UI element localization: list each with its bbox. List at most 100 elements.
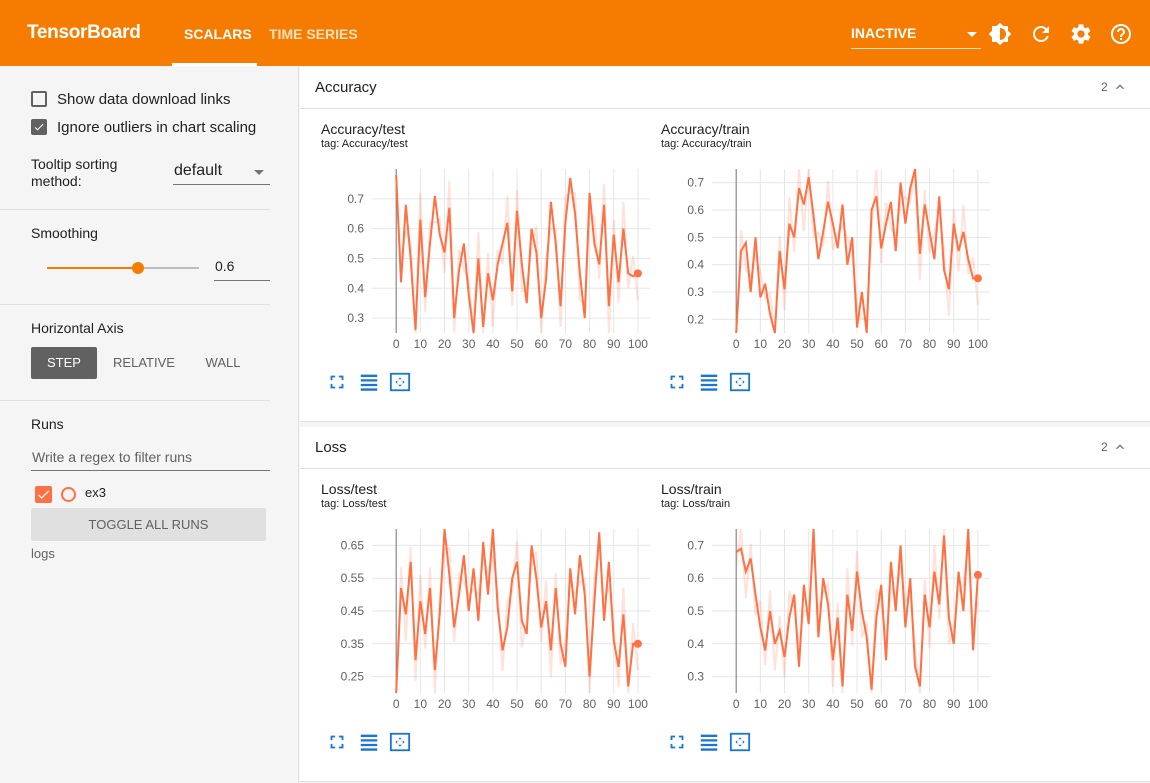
sidebar-divider — [0, 400, 270, 401]
y-tick-label: 0.6 — [347, 222, 364, 236]
theme-contrast-icon[interactable] — [988, 22, 1012, 46]
x-tick-label: 90 — [947, 337, 961, 351]
chart-card-loss-train: Loss/train tag: Loss/train 0 10 20 30 40 50 60… — [640, 469, 990, 759]
y-tick-label: 0.35 — [341, 637, 365, 651]
x-tick-label: 0 — [393, 697, 400, 711]
y-tick-label: 0.4 — [687, 637, 704, 651]
line-chart-loss-train[interactable]: 0 10 20 30 40 50 60 70 80 90 100 0.3 0.4 0.5 0.6 0.7 — [640, 519, 990, 719]
tab-scalars[interactable]: SCALARS — [184, 26, 252, 42]
line-chart-loss-test[interactable]: 0 10 20 30 40 50 60 70 80 90 1000.250.350.450.550.… — [300, 519, 650, 719]
smoothing-slider-thumb[interactable] — [132, 262, 145, 274]
y-tick-label: 0.5 — [687, 604, 704, 618]
x-tick-label: 70 — [559, 337, 573, 351]
x-tick-label: 60 — [875, 337, 889, 351]
x-tick-label: 100 — [968, 697, 988, 711]
y-tick-label: 0.5 — [687, 230, 704, 244]
fit-domain-icon[interactable] — [729, 731, 751, 753]
x-tick-label: 90 — [607, 337, 621, 351]
smoothing-slider[interactable] — [47, 262, 199, 274]
y-tick-label: 0.6 — [687, 203, 704, 217]
settings-icon[interactable] — [1069, 22, 1093, 46]
axis-step-button[interactable]: STEP — [31, 347, 97, 379]
y-tick-label: 0.3 — [687, 285, 704, 299]
x-tick-label: 70 — [899, 337, 913, 351]
x-tick-label: 30 — [802, 697, 816, 711]
fullscreen-icon[interactable] — [326, 731, 348, 753]
y-tick-label: 0.3 — [687, 670, 704, 684]
tooltip-sort-label-line2: method: — [31, 173, 82, 189]
x-tick-label: 70 — [559, 697, 573, 711]
axis-relative-button[interactable]: RELATIVE — [108, 347, 180, 379]
toggle-all-runs-button[interactable]: TOGGLE ALL RUNS — [31, 508, 266, 541]
show-download-links-label: Show data download links — [57, 91, 231, 108]
toggle-log-scale-icon[interactable] — [358, 731, 380, 753]
smoothing-input[interactable]: 0.6 — [214, 254, 270, 281]
chevron-up-icon[interactable] — [1112, 439, 1128, 455]
show-download-links-checkbox[interactable] — [31, 91, 47, 107]
y-tick-label: 0.6 — [687, 571, 704, 585]
sidebar-divider — [0, 209, 270, 210]
section-body-loss: Loss/test tag: Loss/test 0 10 20 30 40 50 60 70… — [300, 469, 1150, 782]
chart-title: Accuracy/train — [661, 121, 750, 137]
y-tick-label: 0.45 — [341, 604, 365, 618]
chart-tag: tag: Accuracy/train — [661, 138, 752, 150]
runs-label: Runs — [31, 416, 64, 432]
x-tick-label: 20 — [438, 337, 452, 351]
horizontal-axis-label: Horizontal Axis — [31, 320, 124, 336]
x-tick-label: 30 — [462, 697, 476, 711]
x-tick-label: 30 — [462, 337, 476, 351]
chevron-up-icon[interactable] — [1112, 79, 1128, 95]
plugin-status-label: INACTIVE — [851, 25, 917, 41]
fullscreen-icon[interactable] — [666, 371, 688, 393]
y-tick-label: 0.3 — [347, 311, 364, 325]
chart-title: Accuracy/test — [321, 121, 406, 137]
checkmark-icon — [34, 123, 44, 131]
fit-domain-icon[interactable] — [729, 371, 751, 393]
help-icon[interactable] — [1109, 22, 1133, 46]
y-tick-label: 0.25 — [341, 670, 365, 684]
x-tick-label: 40 — [826, 337, 840, 351]
fit-domain-icon[interactable] — [389, 371, 411, 393]
fit-domain-icon[interactable] — [389, 731, 411, 753]
plugin-status-dropdown[interactable]: INACTIVE — [851, 24, 981, 49]
run-checkbox-ex3[interactable] — [35, 486, 52, 503]
run-color-swatch[interactable] — [61, 487, 76, 502]
toggle-log-scale-icon[interactable] — [698, 371, 720, 393]
x-tick-label: 60 — [535, 697, 549, 711]
reload-icon[interactable] — [1029, 22, 1053, 46]
run-filter-input[interactable] — [31, 446, 267, 468]
fullscreen-icon[interactable] — [326, 371, 348, 393]
toggle-log-scale-icon[interactable] — [698, 731, 720, 753]
line-chart-accuracy-test[interactable]: 0 10 20 30 40 50 60 70 80 90 1000.30.40.50.60.7 — [300, 159, 650, 359]
y-tick-label: 0.4 — [687, 258, 704, 272]
toggle-log-scale-icon[interactable] — [358, 371, 380, 393]
chart-tag: tag: Accuracy/test — [321, 138, 408, 150]
tooltip-sort-select[interactable]: default — [173, 160, 270, 185]
dropdown-caret-icon — [254, 170, 264, 175]
line-chart-accuracy-train[interactable]: 0 10 20 30 40 50 60 70 80 90 100 0.2 0.3 0.4 0.5 0.6 0.7 — [640, 159, 990, 359]
fullscreen-icon[interactable] — [666, 731, 688, 753]
x-tick-label: 80 — [923, 337, 937, 351]
tooltip-sort-value: default — [174, 162, 223, 179]
chart-card-accuracy-train: Accuracy/train tag: Accuracy/train 0 10 20… — [640, 109, 990, 399]
x-tick-label: 90 — [607, 697, 621, 711]
ignore-outliers-label: Ignore outliers in chart scaling — [57, 119, 257, 136]
axis-wall-button[interactable]: WALL — [196, 347, 250, 379]
y-tick-label: 0.5 — [347, 251, 364, 265]
x-tick-label: 10 — [414, 337, 428, 351]
ignore-outliers-checkbox[interactable] — [31, 119, 47, 135]
x-tick-label: 30 — [802, 337, 816, 351]
x-tick-label: 50 — [850, 697, 864, 711]
chart-tag: tag: Loss/test — [321, 498, 387, 510]
x-tick-label: 60 — [535, 337, 549, 351]
x-tick-label: 0 — [733, 697, 740, 711]
sidebar-divider — [0, 304, 270, 305]
section-header-accuracy[interactable]: Accuracy 2 — [300, 67, 1150, 109]
section-header-loss[interactable]: Loss 2 — [300, 427, 1150, 469]
run-filter-field[interactable] — [31, 446, 270, 471]
tab-time-series[interactable]: TIME SERIES — [269, 26, 358, 42]
section-title: Loss — [315, 439, 347, 456]
smoothing-slider-fill — [47, 267, 139, 269]
y-tick-label: 0.7 — [687, 176, 704, 190]
section-body-accuracy: Accuracy/test tag: Accuracy/test 0 10 20 30… — [300, 109, 1150, 422]
